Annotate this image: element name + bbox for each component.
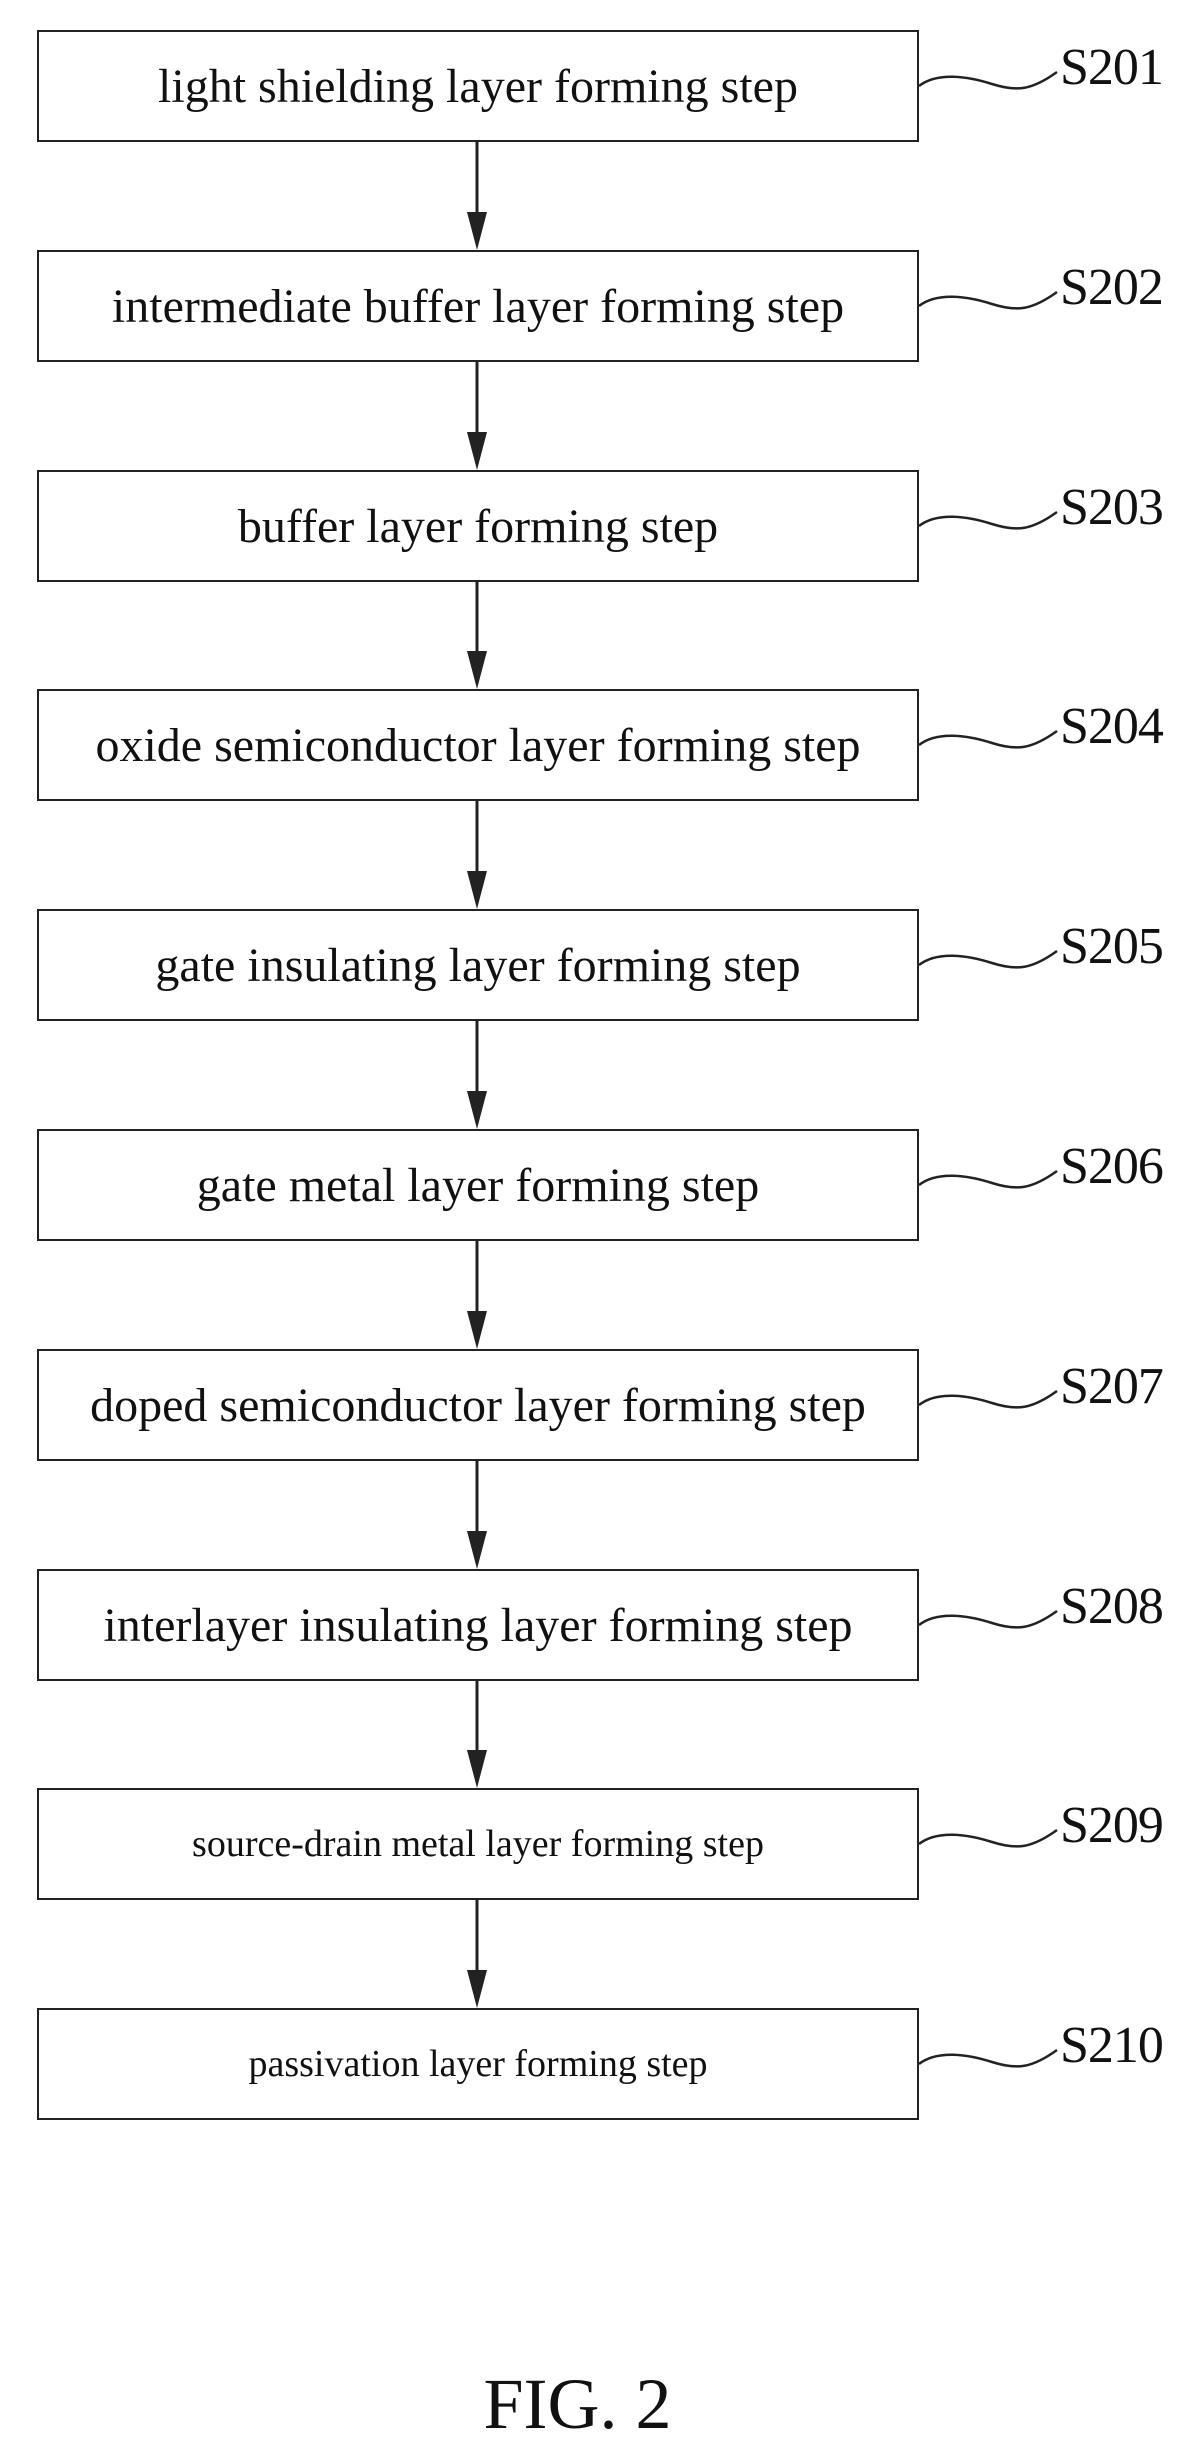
leader-line — [918, 1389, 1058, 1409]
step-text: oxide semiconductor layer forming step — [95, 718, 861, 772]
step-label-s205: S205 — [1060, 918, 1164, 975]
arrow-down-icon — [467, 871, 487, 909]
arrow-down-icon — [467, 432, 487, 470]
leader-line — [918, 290, 1058, 310]
step-box-s210: passivation layer forming step — [37, 2008, 919, 2120]
arrow-down-icon — [467, 1531, 487, 1569]
step-box-s203: buffer layer forming step — [37, 470, 919, 582]
step-text: gate insulating layer forming step — [155, 938, 801, 992]
step-text: source-drain metal layer forming step — [192, 1823, 764, 1865]
leader-line — [918, 70, 1058, 90]
arrow-down-icon — [467, 1970, 487, 2008]
arrow-down-icon — [467, 212, 487, 250]
leader-line — [918, 949, 1058, 969]
step-label-s206: S206 — [1060, 1138, 1164, 1195]
leader-line — [918, 510, 1058, 530]
step-label-s208: S208 — [1060, 1578, 1164, 1635]
flowchart: light shielding layer forming step S201 in… — [0, 0, 1201, 2456]
step-text: gate metal layer forming step — [196, 1158, 760, 1212]
leader-line — [918, 1169, 1058, 1189]
step-box-s209: source-drain metal layer forming step — [37, 1788, 919, 1900]
figure-caption: FIG. 2 — [483, 2364, 672, 2444]
step-label-s201: S201 — [1060, 39, 1164, 96]
step-text: doped semiconductor layer forming step — [90, 1378, 866, 1432]
leader-line — [918, 2048, 1058, 2068]
arrow-down-icon — [467, 1311, 487, 1349]
step-label-s210: S210 — [1060, 2017, 1164, 2074]
step-text: intermediate buffer layer forming step — [111, 279, 845, 333]
step-box-s204: oxide semiconductor layer forming step — [37, 689, 919, 801]
step-label-s203: S203 — [1060, 479, 1164, 536]
step-text: buffer layer forming step — [237, 499, 719, 553]
step-box-s205: gate insulating layer forming step — [37, 909, 919, 1021]
step-label-s209: S209 — [1060, 1797, 1164, 1854]
arrow-down-icon — [467, 1750, 487, 1788]
step-label-s202: S202 — [1060, 259, 1164, 316]
leader-line — [918, 729, 1058, 749]
step-label-s204: S204 — [1060, 698, 1164, 755]
step-box-s201: light shielding layer forming step — [37, 30, 919, 142]
arrow-down-icon — [467, 1091, 487, 1129]
leader-line — [918, 1828, 1058, 1848]
step-box-s206: gate metal layer forming step — [37, 1129, 919, 1241]
step-text: passivation layer forming step — [248, 2043, 708, 2085]
step-text: light shielding layer forming step — [158, 59, 798, 113]
step-label-s207: S207 — [1060, 1358, 1164, 1415]
step-text: interlayer insulating layer forming step — [103, 1598, 853, 1652]
leader-line — [918, 1609, 1058, 1629]
step-box-s207: doped semiconductor layer forming step — [37, 1349, 919, 1461]
arrow-down-icon — [467, 651, 487, 689]
step-box-s208: interlayer insulating layer forming step — [37, 1569, 919, 1681]
step-box-s202: intermediate buffer layer forming step — [37, 250, 919, 362]
